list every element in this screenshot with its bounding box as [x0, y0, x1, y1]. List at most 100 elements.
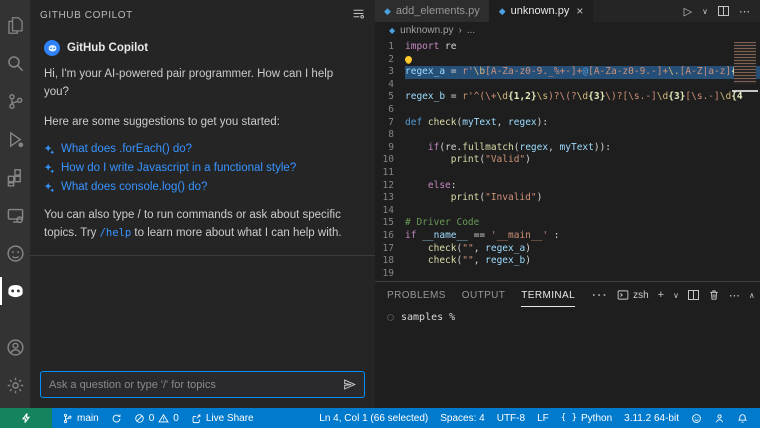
line-number[interactable]: 9	[375, 142, 405, 155]
line-number[interactable]: 2	[375, 54, 405, 67]
terminal-dropdown-icon[interactable]: ∨	[673, 291, 679, 300]
code-editor[interactable]: 1 import re 2 3 regex_a = r'\b[A-Za-z0-9._%+…	[375, 38, 760, 281]
code-line[interactable]: 1 import re	[375, 41, 760, 54]
line-number[interactable]: 11	[375, 167, 405, 180]
line-number[interactable]: 17	[375, 243, 405, 256]
line-number[interactable]: 5	[375, 91, 405, 104]
line-number[interactable]: 10	[375, 154, 405, 167]
code-line[interactable]: 3 regex_a = r'\b[A-Za-z0-9._%+-]+@[A-Za-z…	[375, 66, 760, 79]
remote-explorer-icon[interactable]	[0, 196, 30, 234]
code-line[interactable]: 2	[375, 54, 760, 67]
accounts-icon[interactable]	[0, 328, 30, 366]
line-number[interactable]: 7	[375, 117, 405, 130]
code-line[interactable]: 19	[375, 268, 760, 281]
branch-indicator[interactable]: main	[62, 413, 99, 424]
encoding-setting[interactable]: UTF-8	[497, 413, 525, 424]
problems-indicator[interactable]: 0 0	[134, 413, 179, 424]
panel-more-actions-icon[interactable]: ⋯	[729, 289, 740, 302]
code-line[interactable]: 8	[375, 129, 760, 142]
panel-more-tabs-icon[interactable]: ⋯	[591, 285, 607, 305]
code-line[interactable]: 15 # Driver Code	[375, 217, 760, 230]
line-number[interactable]: 4	[375, 79, 405, 92]
person-icon[interactable]	[714, 413, 725, 424]
more-actions-icon[interactable]: ⋯	[739, 5, 750, 18]
line-number[interactable]: 3	[375, 66, 405, 79]
notifications-bell-icon[interactable]	[737, 413, 748, 424]
code-line[interactable]: 6	[375, 104, 760, 117]
source-control-icon[interactable]	[0, 82, 30, 120]
suggestion-foreach[interactable]: What does .forEach() do?	[44, 143, 361, 155]
line-number[interactable]: 14	[375, 205, 405, 218]
eol-setting[interactable]: LF	[537, 413, 549, 424]
line-number[interactable]: 6	[375, 104, 405, 117]
split-editor-icon[interactable]	[718, 6, 729, 16]
code-line[interactable]: 7 def check(myText, regex):	[375, 117, 760, 130]
breadcrumb-file[interactable]: unknown.py	[400, 25, 453, 36]
lightbulb-icon[interactable]	[405, 55, 412, 63]
new-terminal-icon[interactable]: +	[658, 289, 664, 301]
minimap-slider[interactable]	[732, 90, 758, 92]
code-line[interactable]: 17 check("", regex_a)	[375, 243, 760, 256]
command-decoration-icon	[387, 314, 394, 321]
line-number[interactable]: 16	[375, 230, 405, 243]
line-number[interactable]: 15	[375, 217, 405, 230]
code-line[interactable]: 9 if(re.fullmatch(regex, myText)):	[375, 142, 760, 155]
language-mode[interactable]: { } Python	[561, 413, 612, 424]
chat-input[interactable]: Ask a question or type '/' for topics	[40, 371, 365, 398]
feedback-smiley-icon[interactable]	[691, 413, 702, 424]
code-line[interactable]: 18 check("", regex_b)	[375, 255, 760, 268]
panel-actions: zsh + ∨ ⋯ ∧ ×	[617, 289, 760, 302]
copilot-icon[interactable]	[0, 272, 30, 310]
line-number[interactable]: 8	[375, 129, 405, 142]
sync-indicator[interactable]	[111, 413, 122, 424]
code-line[interactable]: 5 regex_b = r'^(\+\d{1,2}\s)?\(?\d{3}\)?[…	[375, 91, 760, 104]
settings-gear-icon[interactable]	[0, 366, 30, 404]
chat-actions-icon[interactable]	[352, 7, 365, 23]
extensions-icon[interactable]	[0, 158, 30, 196]
shell-selector[interactable]: zsh	[617, 289, 649, 301]
code-line[interactable]: 4	[375, 79, 760, 92]
code-line[interactable]: 13 print("Invalid")	[375, 192, 760, 205]
indent-setting[interactable]: Spaces: 4	[440, 413, 484, 424]
terminal-body[interactable]: samples %	[375, 308, 760, 327]
line-number[interactable]: 13	[375, 192, 405, 205]
line-number[interactable]: 1	[375, 41, 405, 54]
send-icon[interactable]	[343, 378, 356, 391]
tab-output[interactable]: OUTPUT	[462, 284, 506, 306]
suggestion-functional-js[interactable]: How do I write Javascript in a functiona…	[44, 162, 361, 174]
tab-terminal[interactable]: TERMINAL	[521, 284, 576, 307]
suggestion-console-log[interactable]: What does console.log() do?	[44, 181, 361, 193]
breadcrumb-separator: ›	[458, 24, 462, 36]
help-command[interactable]: /help	[100, 227, 132, 239]
breadcrumb-rest[interactable]: ...	[467, 25, 475, 36]
tab-label: unknown.py	[510, 5, 570, 17]
run-debug-icon[interactable]	[0, 120, 30, 158]
tab-add-elements[interactable]: ◆ add_elements.py	[375, 0, 490, 22]
line-number[interactable]: 18	[375, 255, 405, 268]
panel-header: PROBLEMS OUTPUT TERMINAL ⋯ zsh + ∨ ⋯ ∧ ×	[375, 282, 760, 308]
remote-indicator[interactable]	[0, 408, 52, 428]
code-line[interactable]: 14	[375, 205, 760, 218]
explorer-icon[interactable]	[0, 6, 30, 44]
python-interpreter[interactable]: 3.11.2 64-bit	[624, 413, 679, 424]
run-dropdown-icon[interactable]: ∨	[702, 7, 708, 16]
line-number[interactable]: 12	[375, 180, 405, 193]
tab-problems[interactable]: PROBLEMS	[387, 284, 446, 306]
live-share-button[interactable]: Live Share	[191, 413, 254, 424]
close-tab-icon[interactable]: ×	[576, 4, 583, 18]
maximize-panel-icon[interactable]: ∧	[749, 291, 755, 300]
minimap[interactable]	[734, 42, 756, 84]
code-line[interactable]: 12 else:	[375, 180, 760, 193]
run-button[interactable]: ▷	[684, 5, 692, 18]
cursor-position[interactable]: Ln 4, Col 1 (66 selected)	[319, 413, 428, 424]
breadcrumb[interactable]: ◆ unknown.py › ...	[375, 22, 760, 38]
github-icon[interactable]	[0, 234, 30, 272]
split-terminal-icon[interactable]	[687, 290, 699, 300]
search-icon[interactable]	[0, 44, 30, 82]
line-number[interactable]: 19	[375, 268, 405, 281]
code-line[interactable]: 11	[375, 167, 760, 180]
trash-icon[interactable]	[708, 289, 720, 301]
code-line[interactable]: 16 if __name__ == '__main__' :	[375, 230, 760, 243]
code-line[interactable]: 10 print("Valid")	[375, 154, 760, 167]
tab-unknown[interactable]: ◆ unknown.py ×	[489, 0, 594, 22]
